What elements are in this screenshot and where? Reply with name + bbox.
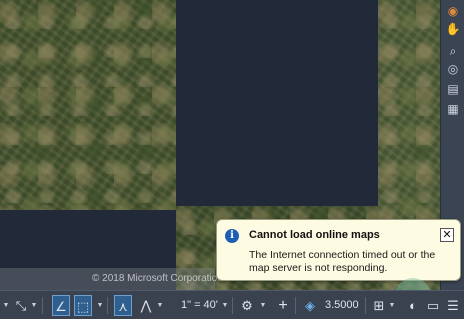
showmotion-icon[interactable]: ▤	[444, 80, 462, 98]
chevron-down-icon[interactable]: ▼	[156, 295, 164, 316]
zoom-icon[interactable]: ⌕	[444, 42, 462, 60]
divider	[232, 297, 233, 314]
chevron-down-icon[interactable]: ▼	[2, 295, 10, 316]
notification-title: Cannot load online maps	[249, 229, 380, 241]
chevron-down-icon[interactable]: ▼	[221, 295, 229, 316]
chevron-down-icon[interactable]: ▼	[259, 295, 267, 316]
satellite-tile	[0, 0, 176, 210]
divider	[42, 297, 43, 314]
ortho-icon[interactable]: ∠	[52, 295, 70, 316]
isolate-icon[interactable]: ◐	[404, 295, 422, 316]
scale-selector[interactable]: 1" = 40'	[178, 295, 221, 316]
viewcube-icon[interactable]: ▦	[444, 100, 462, 118]
add-icon[interactable]: +	[274, 295, 292, 316]
status-bar: ▼ ⤡ ▼ ∠ ⬚ ▼ ⋏ ⋀ ▼ 1" = 40' ▼ ⚙ ▼ + ◈ 3.5…	[0, 290, 464, 319]
divider	[295, 297, 296, 314]
isodraft-icon[interactable]: ⋏	[114, 295, 132, 316]
map-copyright: © 2018 Microsoft Corporation	[92, 273, 223, 284]
steering-wheel-icon[interactable]: ◎	[444, 60, 462, 78]
divider	[107, 297, 108, 314]
pan-icon[interactable]: ✋	[444, 20, 462, 38]
snap-icon[interactable]: ⤡	[12, 295, 30, 316]
customize-menu-icon[interactable]: ▭	[424, 295, 442, 316]
close-button[interactable]: ✕	[440, 228, 454, 242]
lineweight-value[interactable]: 3.5000	[322, 295, 362, 316]
units-icon[interactable]: ⊞	[370, 295, 388, 316]
notification-message: The Internet connection timed out or the…	[249, 249, 436, 274]
info-icon: i	[225, 229, 239, 243]
settings-gear-icon[interactable]: ⚙	[238, 295, 256, 316]
chevron-down-icon[interactable]: ▼	[96, 295, 104, 316]
customize-menu-icon[interactable]: ☰	[444, 295, 462, 316]
hardware-acceleration-icon[interactable]: ◈	[301, 295, 319, 316]
chevron-down-icon[interactable]: ▼	[388, 295, 396, 316]
annotation-scale-icon[interactable]: ⋀	[137, 295, 155, 316]
orbit-icon[interactable]: ◉	[444, 2, 462, 20]
notification-balloon: i Cannot load online maps ✕ The Internet…	[216, 219, 461, 281]
chevron-down-icon[interactable]: ▼	[30, 295, 38, 316]
polar-icon[interactable]: ⬚	[74, 295, 92, 316]
divider	[365, 297, 366, 314]
